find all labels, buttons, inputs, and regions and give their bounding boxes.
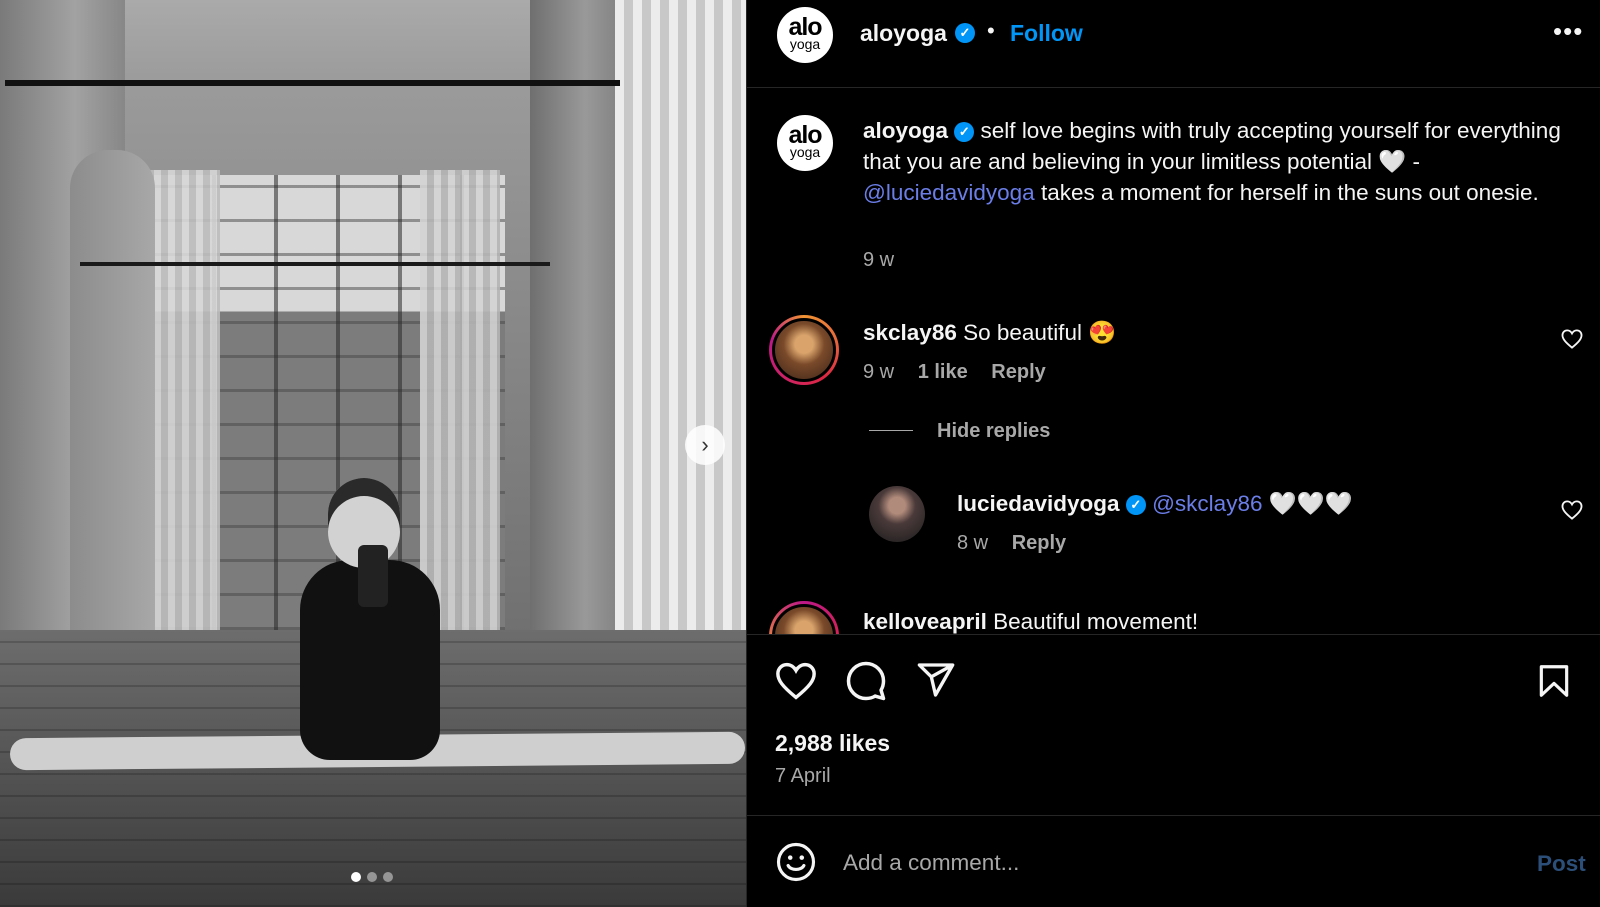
caption-age: 9 w [863, 249, 895, 271]
photo-beam [5, 80, 620, 86]
reply-meta: 8 w Reply [957, 532, 1084, 555]
carousel-next-button[interactable]: › [685, 425, 725, 465]
author-username[interactable]: aloyoga [860, 20, 947, 47]
reply-author[interactable]: luciedavidyoga [957, 491, 1120, 516]
chevron-right-icon: › [701, 432, 709, 457]
comment-body: Beautiful movement! [986, 609, 1199, 634]
comment-body: So beautiful 😍 [956, 320, 1117, 345]
reply-mention[interactable]: @skclay86 [1152, 491, 1262, 516]
verified-icon: ✓ [1125, 495, 1146, 515]
comment-author[interactable]: skclay86 [863, 320, 957, 345]
heart-icon[interactable] [775, 662, 817, 700]
hide-replies-button[interactable]: Hide replies [869, 420, 1050, 443]
post-side-panel: alo yoga aloyoga ✓ • Follow ••• alo yoga… [746, 0, 1600, 907]
carousel-dot[interactable] [383, 872, 393, 882]
emoji-icon[interactable] [775, 841, 817, 883]
author-avatar[interactable]: alo yoga [777, 7, 833, 63]
comment-avatar[interactable] [769, 315, 839, 385]
photo-curtain [420, 170, 500, 640]
post-comment-button[interactable]: Post [1537, 851, 1586, 877]
comment-composer: Post [747, 817, 1600, 907]
reply-avatar[interactable] [869, 486, 925, 542]
header-separator: • [987, 18, 995, 43]
follow-button[interactable]: Follow [1010, 20, 1083, 47]
heart-icon[interactable] [1561, 329, 1583, 349]
carousel-dot-active[interactable] [351, 872, 361, 882]
comments-section[interactable]: alo yoga aloyoga ✓ self love begins with… [747, 89, 1600, 635]
comment-meta: 9 w 1 like Reply [863, 361, 1064, 384]
reply-body: 🤍🤍🤍 [1262, 491, 1353, 516]
photo-beam [80, 262, 550, 266]
verified-icon: ✓ [955, 23, 975, 43]
photo-pillar [70, 150, 155, 640]
likes-count[interactable]: 2,988 likes [775, 730, 890, 757]
reply-button[interactable]: Reply [1012, 532, 1066, 554]
caption-mention[interactable]: @luciedavidyoga [863, 180, 1035, 205]
comment-avatar[interactable] [769, 601, 839, 634]
bookmark-icon[interactable] [1535, 660, 1573, 702]
comment-text: skclay86 So beautiful 😍 [863, 320, 1116, 346]
post-date: 7 April [775, 765, 831, 787]
caption-text: aloyoga ✓ self love begins with truly ac… [863, 115, 1563, 208]
caption-avatar[interactable]: alo yoga [777, 115, 833, 171]
comment-icon[interactable] [845, 660, 887, 702]
post-actions: 2,988 likes 7 April [747, 636, 1600, 816]
comment-likes[interactable]: 1 like [918, 361, 968, 383]
carousel-dot[interactable] [367, 872, 377, 882]
share-icon[interactable] [915, 660, 957, 700]
caption-author[interactable]: aloyoga [863, 118, 948, 143]
photo-phone [358, 545, 388, 607]
more-options-icon[interactable]: ••• [1553, 16, 1583, 47]
reply-text: luciedavidyoga ✓ @skclay86 🤍🤍🤍 [957, 491, 1353, 517]
caption-body-2: takes a moment for herself in the suns o… [1034, 180, 1539, 205]
comment-age: 9 w [863, 361, 895, 383]
reply-button[interactable]: Reply [991, 361, 1045, 383]
photo-curtain [615, 0, 746, 700]
post-photo[interactable]: › [0, 0, 746, 907]
carousel-dots [351, 872, 393, 882]
post-header: alo yoga aloyoga ✓ • Follow ••• [747, 0, 1600, 88]
caption-meta: 9 w [863, 249, 912, 272]
comment-text: kelloveapril Beautiful movement! [863, 609, 1199, 634]
verified-icon: ✓ [954, 122, 975, 142]
heart-icon[interactable] [1561, 500, 1583, 520]
reply-age: 8 w [957, 532, 989, 554]
comment-author[interactable]: kelloveapril [863, 609, 987, 634]
comment-input[interactable] [843, 843, 1483, 883]
